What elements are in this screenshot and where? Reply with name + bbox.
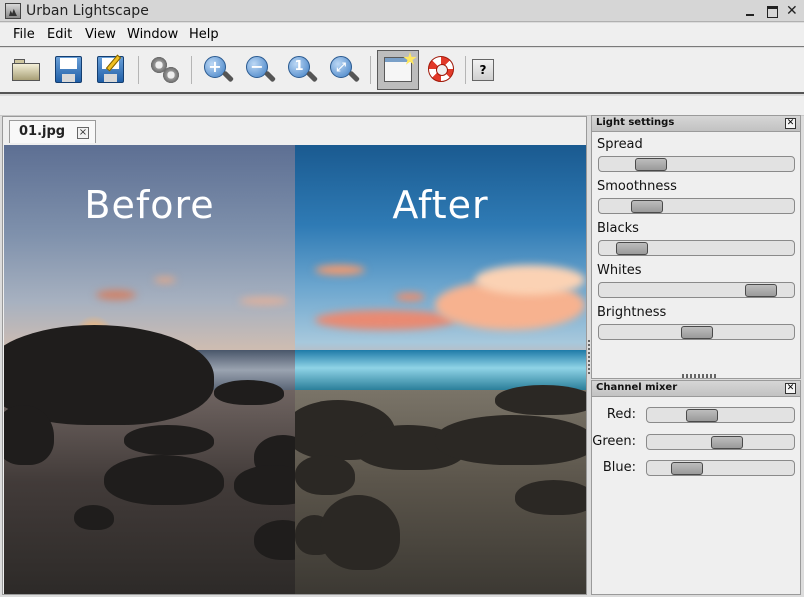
slider-thumb[interactable]: [680, 326, 713, 339]
title-bar: Urban Lightscape ✕: [0, 0, 804, 22]
slider-thumb[interactable]: [744, 284, 777, 297]
close-panel-icon[interactable]: ✕: [785, 118, 796, 129]
blacks-label: Blacks: [597, 221, 639, 236]
menu-help[interactable]: Help: [189, 27, 219, 42]
slider-thumb[interactable]: [686, 409, 719, 422]
brightness-slider[interactable]: [598, 324, 795, 340]
menu-bar: File Edit View Window Help: [0, 23, 804, 47]
whites-slider[interactable]: [598, 282, 795, 298]
blacks-slider[interactable]: [598, 240, 795, 256]
slider-thumb[interactable]: [616, 242, 649, 255]
open-folder-icon[interactable]: [12, 54, 44, 86]
window-star-icon: [384, 52, 417, 82]
blue-label: Blue:: [602, 460, 636, 475]
preview-toggle-button[interactable]: [377, 50, 419, 90]
menu-view[interactable]: View: [85, 27, 116, 42]
whites-label: Whites: [597, 263, 642, 278]
slider-thumb[interactable]: [670, 462, 703, 475]
slider-thumb[interactable]: [630, 200, 663, 213]
toolbar-separator: [138, 56, 139, 84]
toolbar: + − 1 ⤢ ?: [0, 48, 804, 94]
app-icon: [5, 3, 21, 19]
zoom-fit-icon[interactable]: ⤢: [328, 54, 361, 86]
save-icon[interactable]: [53, 54, 85, 86]
tab-label: 01.jpg: [19, 124, 66, 139]
smoothness-slider[interactable]: [598, 198, 795, 214]
panel-title: Light settings: [596, 117, 675, 128]
before-image: Before: [4, 145, 295, 594]
toolbar-separator: [191, 56, 192, 84]
panel-header: Channel mixer ✕: [592, 381, 800, 397]
spread-label: Spread: [597, 137, 643, 152]
close-panel-icon[interactable]: ✕: [785, 383, 796, 394]
before-label: Before: [84, 183, 215, 227]
green-label: Green:: [592, 434, 636, 449]
slider-thumb[interactable]: [635, 158, 668, 171]
channel-mixer-panel: Channel mixer ✕ Red: Green: Blue:: [591, 380, 801, 595]
lifebuoy-help-icon[interactable]: [426, 54, 458, 86]
zoom-in-icon[interactable]: +: [202, 54, 235, 86]
maximize-button[interactable]: [766, 5, 778, 18]
spread-slider[interactable]: [598, 156, 795, 172]
panel-title: Channel mixer: [596, 382, 678, 393]
options-strip: [0, 96, 804, 116]
green-slider[interactable]: [646, 434, 795, 450]
about-button[interactable]: ?: [472, 59, 494, 81]
window-title: Urban Lightscape: [26, 3, 149, 19]
blue-slider[interactable]: [646, 460, 795, 476]
smoothness-label: Smoothness: [597, 179, 677, 194]
zoom-actual-size-icon[interactable]: 1: [286, 54, 319, 86]
panel-resize-grip[interactable]: [682, 374, 716, 378]
after-label: After: [392, 183, 489, 227]
settings-gear-icon[interactable]: [150, 54, 182, 86]
minimize-button[interactable]: [744, 5, 756, 17]
dock-resize-handle[interactable]: [588, 340, 590, 374]
light-settings-panel: Light settings ✕ Spread Smoothness Black…: [591, 115, 801, 379]
document-area: 01.jpg × Before After: [2, 116, 587, 595]
zoom-out-icon[interactable]: −: [244, 54, 277, 86]
menu-file[interactable]: File: [13, 27, 35, 42]
after-image: After: [295, 145, 586, 594]
toolbar-separator: [465, 56, 466, 84]
menu-window[interactable]: Window: [127, 27, 178, 42]
slider-thumb[interactable]: [711, 436, 744, 449]
red-slider[interactable]: [646, 407, 795, 423]
brightness-label: Brightness: [597, 305, 667, 320]
panel-header: Light settings ✕: [592, 116, 800, 132]
menu-edit[interactable]: Edit: [47, 27, 72, 42]
red-label: Red:: [606, 407, 636, 422]
close-window-button[interactable]: ✕: [786, 4, 798, 18]
save-as-icon[interactable]: [95, 54, 127, 86]
tab-01-jpg[interactable]: 01.jpg ×: [9, 120, 96, 143]
toolbar-separator: [370, 56, 371, 84]
image-canvas[interactable]: Before After: [4, 145, 586, 594]
tab-close-icon[interactable]: ×: [77, 127, 89, 139]
